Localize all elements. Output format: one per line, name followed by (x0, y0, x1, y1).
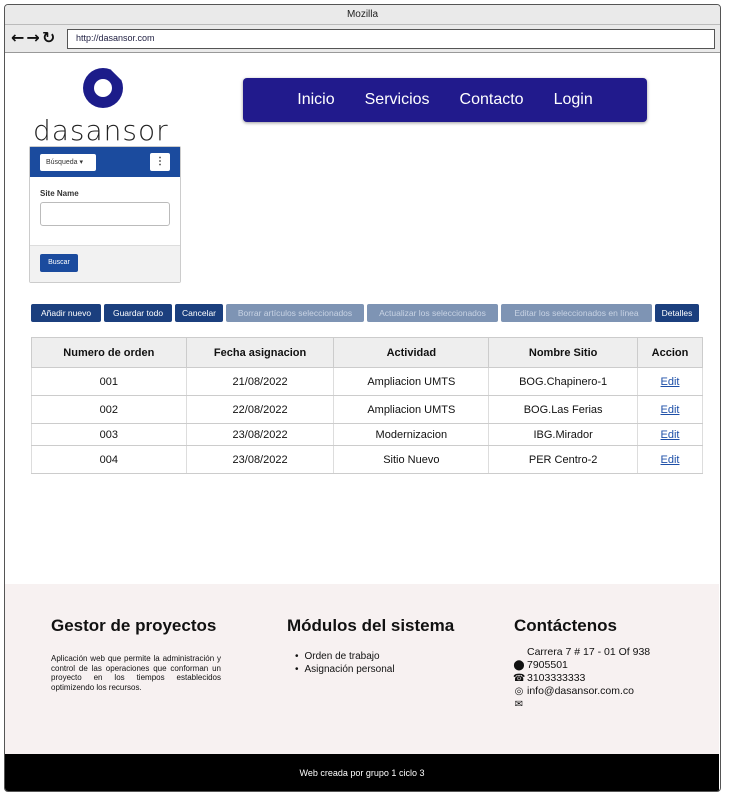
location-pin-icon: ⬤ (513, 660, 525, 671)
logo-mark-icon (83, 68, 123, 108)
nav-item-contacto[interactable]: Contacto (460, 91, 524, 109)
orders-table: Numero de orden Fecha asignacion Activid… (31, 337, 703, 474)
table-cell: 001 (31, 367, 187, 396)
contact-info: Carrera 7 # 17 - 01 Of 938 ⬤ 7905501 ☎ 310… (513, 646, 650, 711)
footer-title-gestor: Gestor de proyectos (51, 616, 217, 635)
contact-phone-1: 7905501 (527, 659, 568, 671)
phone-icon: ☎ (513, 673, 526, 684)
back-arrow-icon[interactable]: ← (11, 28, 26, 47)
search-panel-footer: Buscar (30, 245, 180, 282)
table-cell: 23/08/2022 (185, 423, 335, 446)
nav-item-inicio[interactable]: Inicio (297, 91, 334, 109)
footer-title-contacto: Contáctenos (514, 616, 617, 635)
browser-window: Mozilla ←→↻ http://dasansor.com dasansor… (4, 4, 721, 792)
search-dropdown[interactable]: Búsqueda ▾ (40, 154, 96, 171)
table-cell: Sitio Nuevo (333, 445, 490, 474)
table-row[interactable]: 003 23/08/2022 Modernizacion IBG.Mirador… (31, 423, 703, 446)
table-cell: Ampliacion UMTS (333, 395, 490, 424)
nav-item-login[interactable]: Login (554, 91, 593, 109)
edit-link[interactable]: Edit (637, 395, 703, 424)
column-header[interactable]: Numero de orden (31, 337, 187, 368)
table-row[interactable]: 002 22/08/2022 Ampliacion UMTS BOG.Las F… (31, 395, 703, 424)
table-cell: 21/08/2022 (185, 367, 335, 396)
table-row[interactable]: 001 21/08/2022 Ampliacion UMTS BOG.Chapi… (31, 367, 703, 396)
contact-address: Carrera 7 # 17 - 01 Of 938 (527, 646, 651, 658)
site-name-input[interactable] (40, 202, 170, 226)
update-selected-button[interactable]: Actualizar los seleccionados (367, 304, 498, 322)
bottom-bar: Web creada por grupo 1 ciclo 3 (5, 754, 719, 791)
whatsapp-icon: ◎ (514, 686, 524, 697)
table-cell: Ampliacion UMTS (333, 367, 490, 396)
column-header[interactable]: Fecha asignacion (185, 337, 335, 368)
site-name-label: Site Name (40, 189, 79, 198)
module-item[interactable]: Orden de trabajo (295, 650, 395, 663)
table-cell: Modernizacion (333, 423, 490, 446)
logo[interactable]: dasansor (33, 68, 183, 147)
nav-item-servicios[interactable]: Servicios (365, 91, 430, 109)
details-button[interactable]: Detalles (655, 304, 699, 322)
window-title: Mozilla (5, 5, 720, 25)
search-panel: Búsqueda ▾ ⋮ Site Name Buscar (29, 146, 181, 283)
table-cell: 004 (31, 445, 187, 474)
module-item[interactable]: Asignación personal (295, 663, 395, 676)
mail-icon: ✉ (514, 699, 524, 710)
search-button[interactable]: Buscar (40, 254, 78, 272)
edit-link[interactable]: Edit (637, 423, 703, 446)
table-cell: PER Centro-2 (488, 445, 639, 474)
table-cell: 23/08/2022 (185, 445, 335, 474)
add-new-button[interactable]: Añadir nuevo (31, 304, 101, 322)
table-cell: 002 (31, 395, 187, 424)
table-cell: BOG.Las Ferias (488, 395, 639, 424)
kebab-menu-icon[interactable]: ⋮ (150, 153, 170, 171)
table-cell: IBG.Mirador (488, 423, 639, 446)
delete-selected-button[interactable]: Borrar artículos seleccionados (226, 304, 364, 322)
footer-title-modulos: Módulos del sistema (287, 616, 455, 635)
grid-toolbar: Añadir nuevo Guardar todo Cancelar Borra… (31, 304, 711, 322)
table-header-row: Numero de orden Fecha asignacion Activid… (31, 337, 703, 368)
modules-list: Orden de trabajo Asignación personal (295, 650, 395, 676)
column-header[interactable]: Nombre Sitio (488, 337, 639, 368)
site-footer: Gestor de proyectos Aplicación web que p… (5, 584, 719, 754)
browser-navbar: ←→↻ http://dasansor.com (5, 25, 720, 53)
save-all-button[interactable]: Guardar todo (104, 304, 172, 322)
logo-text: dasansor (33, 114, 169, 147)
search-panel-header: Búsqueda ▾ ⋮ (30, 147, 180, 177)
footer-description: Aplicación web que permite la administra… (51, 654, 221, 692)
column-header[interactable]: Accion (637, 337, 703, 368)
table-cell: BOG.Chapinero-1 (488, 367, 639, 396)
contact-email[interactable]: info@dasansor.com.co (527, 685, 634, 698)
url-bar[interactable]: http://dasansor.com (67, 29, 715, 49)
forward-arrow-icon[interactable]: → (26, 28, 41, 47)
cancel-button[interactable]: Cancelar (175, 304, 223, 322)
table-cell: 003 (31, 423, 187, 446)
table-cell: 22/08/2022 (185, 395, 335, 424)
edit-link[interactable]: Edit (637, 367, 703, 396)
column-header[interactable]: Actividad (333, 337, 490, 368)
page-content: dasansor Inicio Servicios Contacto Login… (5, 54, 719, 791)
reload-icon[interactable]: ↻ (42, 28, 57, 47)
edit-link[interactable]: Edit (637, 445, 703, 474)
table-row[interactable]: 004 23/08/2022 Sitio Nuevo PER Centro-2 … (31, 445, 703, 474)
main-navigation: Inicio Servicios Contacto Login (243, 78, 647, 122)
edit-selected-inline-button[interactable]: Editar los seleccionados en línea (501, 304, 652, 322)
contact-phone-2: 3103333333 (527, 672, 586, 684)
